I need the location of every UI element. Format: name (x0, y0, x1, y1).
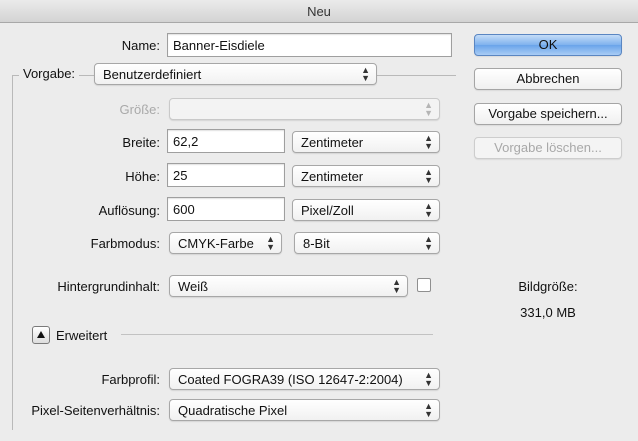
aufloesung-unit-popup[interactable]: Pixel/Zoll ▲ ▼ (292, 199, 440, 221)
farbtiefe-value: 8-Bit (303, 236, 330, 251)
hoehe-input[interactable] (167, 163, 285, 187)
farbmodus-label: Farbmodus: (90, 236, 160, 251)
advanced-separator (121, 334, 433, 335)
farbprofil-value: Coated FOGRA39 (ISO 12647-2:2004) (178, 372, 403, 387)
aufloesung-unit-value: Pixel/Zoll (301, 203, 354, 218)
hoehe-unit-popup[interactable]: Zentimeter ▲ ▼ (292, 165, 440, 187)
save-preset-button[interactable]: Vorgabe speichern... (474, 103, 622, 125)
background-color-swatch[interactable] (417, 278, 431, 292)
vorgabe-popup[interactable]: Benutzerdefiniert ▲ ▼ (94, 63, 377, 85)
triangle-up-icon (37, 331, 45, 338)
hoehe-unit-value: Zentimeter (301, 169, 364, 184)
aufloesung-label: Auflösung: (98, 203, 160, 218)
popup-arrows-icon: ▲ ▼ (424, 133, 433, 151)
popup-arrows-icon: ▲ ▼ (424, 401, 433, 419)
breite-input[interactable] (167, 129, 285, 153)
groesse-label: Größe: (119, 102, 160, 117)
breite-unit-popup[interactable]: Zentimeter ▲ ▼ (292, 131, 440, 153)
new-document-dialog: Neu Name: Vorgabe: Benutzerdefiniert ▲▼ … (0, 0, 638, 441)
image-size-value: 331,0 MB (520, 305, 576, 320)
pixel-label: Pixel-Seitenverhältnis: (31, 403, 160, 418)
name-input[interactable] (167, 33, 452, 57)
hoehe-label: Höhe: (125, 169, 160, 184)
cancel-button[interactable]: Abbrechen (474, 68, 622, 90)
popup-arrows-icon: ▲ ▼ (392, 277, 401, 295)
farbtiefe-popup[interactable]: 8-Bit ▲ ▼ (294, 232, 440, 254)
hintergrund-popup[interactable]: Weiß ▲ ▼ (169, 275, 408, 297)
vorgabe-value: Benutzerdefiniert (103, 67, 202, 82)
vorgabe-label: Vorgabe: (19, 66, 80, 81)
name-label: Name: (121, 38, 160, 53)
farbmodus-popup[interactable]: CMYK-Farbe ▲ ▼ (169, 232, 282, 254)
pixel-popup[interactable]: Quadratische Pixel ▲ ▼ (169, 399, 440, 421)
aufloesung-input[interactable] (167, 197, 285, 221)
farbmodus-value: CMYK-Farbe (178, 236, 254, 251)
pixel-value: Quadratische Pixel (178, 403, 288, 418)
popup-arrows-icon: ▲ ▼ (424, 201, 433, 219)
window-title: Neu (307, 4, 331, 19)
ok-button[interactable]: OK (474, 34, 622, 56)
popup-arrows-icon: ▲ ▼ (361, 65, 370, 83)
popup-arrows-icon: ▲ ▼ (424, 167, 433, 185)
breite-unit-value: Zentimeter (301, 135, 364, 150)
popup-arrows-icon: ▲ ▼ (266, 234, 275, 252)
delete-preset-button[interactable]: Vorgabe löschen... (474, 137, 622, 159)
groesse-popup[interactable]: ▲ ▼ (169, 98, 440, 120)
hintergrund-value: Weiß (178, 279, 209, 294)
title-bar[interactable]: Neu (0, 0, 638, 23)
erweitert-label: Erweitert (56, 328, 108, 343)
popup-arrows-icon: ▲ ▼ (424, 100, 433, 118)
breite-label: Breite: (122, 135, 160, 150)
image-size-label: Bildgröße: (518, 279, 578, 294)
farbprofil-popup[interactable]: Coated FOGRA39 (ISO 12647-2:2004) ▲ ▼ (169, 368, 440, 390)
hintergrund-label: Hintergrundinhalt: (57, 279, 160, 294)
popup-arrows-icon: ▲ ▼ (424, 370, 433, 388)
farbprofil-label: Farbprofil: (101, 372, 160, 387)
advanced-disclosure-button[interactable] (32, 326, 50, 344)
popup-arrows-icon: ▲ ▼ (424, 234, 433, 252)
